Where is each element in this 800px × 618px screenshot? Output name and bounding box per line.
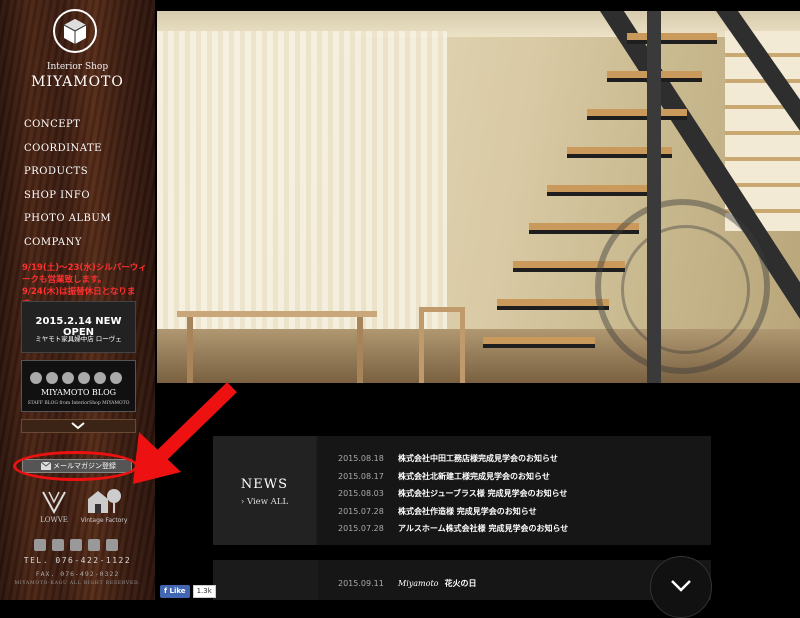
facebook-icon: f: [164, 587, 168, 595]
staff-avatars: [30, 369, 126, 388]
chevron-down-icon: [71, 422, 85, 430]
news-title: 株式会社作造様 完成見学会のお知らせ: [398, 506, 537, 516]
nav-item-shop-info[interactable]: SHOP INFO: [24, 187, 111, 211]
facebook-like-widget: f Like 1.3k: [160, 585, 216, 598]
main-nav: CONCEPT COORDINATE PRODUCTS SHOP INFO PH…: [24, 116, 111, 257]
nav-item-photo-album[interactable]: PHOTO ALBUM: [24, 210, 111, 234]
vintage-factory-link[interactable]: Vintage Factory: [78, 487, 130, 524]
notice-line: 9/19(土)〜23(水)シルバーウィークも営業致します。: [22, 263, 147, 285]
hero-stair-step: [483, 337, 595, 348]
social-links: [34, 536, 124, 555]
scroll-down-button[interactable]: [650, 556, 712, 618]
chevron-down-icon: [671, 580, 691, 592]
news-title: 株式会社北新建工様完成見学会のお知らせ: [398, 471, 550, 481]
hero-photo: [157, 11, 800, 383]
news-section: NEWS › View ALL 2015.08.18 株式会社中田工務店様完成見学…: [213, 436, 711, 545]
sidebar: Interior Shop MIYAMOTO CONCEPT COORDINAT…: [0, 0, 155, 600]
logo-icon[interactable]: [53, 9, 97, 53]
hero-stair-step: [627, 33, 717, 44]
facebook-like-button[interactable]: f Like: [160, 585, 190, 598]
blog-title: MIYAMOTO BLOG: [40, 388, 117, 397]
news-date: 2015.08.03: [338, 489, 384, 498]
news-date: 2015.07.28: [338, 524, 384, 533]
hero-chair: [419, 307, 465, 383]
fax-number: FAX. 076-492-0322: [35, 570, 120, 578]
news-heading: NEWS: [240, 477, 289, 492]
blog-section: 2015.09.11 Miyamoto 花火の日: [213, 560, 711, 600]
news-item[interactable]: 2015.07.28 株式会社作造様 完成見学会のお知らせ: [338, 506, 537, 517]
new-open-banner[interactable]: 2015.2.14 NEW OPEN ミヤモト家具婦中店 ローヴェ: [21, 301, 136, 353]
news-header: NEWS › View ALL: [213, 436, 316, 545]
avatar: [62, 372, 74, 384]
lowve-logo-icon: [42, 491, 66, 514]
facebook-icon[interactable]: [34, 539, 46, 551]
news-view-all-link[interactable]: › View ALL: [213, 497, 316, 507]
hero-table: [177, 311, 377, 317]
blog-subtitle: STAFF BLOG from InteriorShop MIYAMOTO: [27, 401, 130, 406]
expand-banners-button[interactable]: [21, 419, 136, 433]
hero-stair-step: [587, 109, 687, 120]
avatar: [30, 372, 42, 384]
news-date: 2015.07.28: [338, 506, 384, 516]
hero-stair-step: [497, 299, 609, 310]
tel-number: TEL. 076-422-1122: [23, 556, 132, 565]
news-list: 2015.08.18 株式会社中田工務店様完成見学会のお知らせ 2015.08.1…: [318, 436, 711, 545]
avatar: [110, 372, 122, 384]
highlight-ellipse: [13, 451, 138, 481]
news-title: 株式会社ジューブラス様 完成見学会のお知らせ: [398, 489, 568, 498]
copyright: MIYAMOTO-KAGU ALL RIGHT RESERVED.: [14, 581, 141, 586]
brand-subtitle: Interior Shop: [46, 62, 109, 72]
blog-title: 花火の日: [444, 579, 477, 588]
avatar: [46, 372, 58, 384]
blog-item[interactable]: 2015.09.11 Miyamoto 花火の日: [338, 578, 476, 589]
lowve-label: LOWVE: [40, 516, 68, 524]
facebook-like-count: 1.3k: [192, 585, 216, 598]
news-item[interactable]: 2015.08.17 株式会社北新建工様完成見学会のお知らせ: [338, 471, 550, 482]
watermark-logo-icon: [595, 199, 770, 374]
twitter-icon[interactable]: [52, 539, 64, 551]
avatar: [94, 372, 106, 384]
nav-item-products[interactable]: PRODUCTS: [24, 163, 111, 187]
nav-item-company[interactable]: COMPANY: [24, 234, 111, 258]
hero-table-leg: [187, 317, 193, 383]
avatar: [78, 372, 90, 384]
chevron-right-icon: ›: [240, 497, 245, 507]
news-date: 2015.08.17: [338, 471, 384, 481]
vintage-factory-label: Vintage Factory: [80, 517, 128, 524]
news-item[interactable]: 2015.08.18 株式会社中田工務店様完成見学会のお知らせ: [338, 453, 558, 464]
news-title: 株式会社中田工務店様完成見学会のお知らせ: [398, 454, 558, 463]
vintage-factory-logo-icon: [88, 489, 121, 513]
nav-item-concept[interactable]: CONCEPT: [24, 116, 111, 140]
nav-item-coordinate[interactable]: COORDINATE: [24, 140, 111, 164]
youtube-icon[interactable]: [106, 539, 118, 551]
blog-date: 2015.09.11: [338, 579, 384, 588]
brand-name[interactable]: MIYAMOTO: [0, 74, 155, 90]
news-item[interactable]: 2015.08.03 株式会社ジューブラス様 完成見学会のお知らせ: [338, 488, 567, 499]
news-date: 2015.08.18: [338, 454, 384, 463]
wordpress-icon[interactable]: [88, 539, 100, 551]
hero-table-leg: [357, 317, 363, 383]
hero-stair-step: [547, 185, 655, 196]
new-open-subtitle: ミヤモト家具婦中店 ローヴェ: [35, 335, 122, 343]
blog-category: Miyamoto: [398, 579, 439, 588]
instagram-icon[interactable]: [70, 539, 82, 551]
blog-banner[interactable]: MIYAMOTO BLOG STAFF BLOG from InteriorSh…: [21, 360, 136, 412]
news-title: アルスホーム株式会社様 完成見学会のお知らせ: [398, 524, 569, 533]
lowve-link[interactable]: LOWVE: [34, 490, 74, 524]
news-item[interactable]: 2015.07.28 アルスホーム株式会社様 完成見学会のお知らせ: [338, 523, 568, 534]
